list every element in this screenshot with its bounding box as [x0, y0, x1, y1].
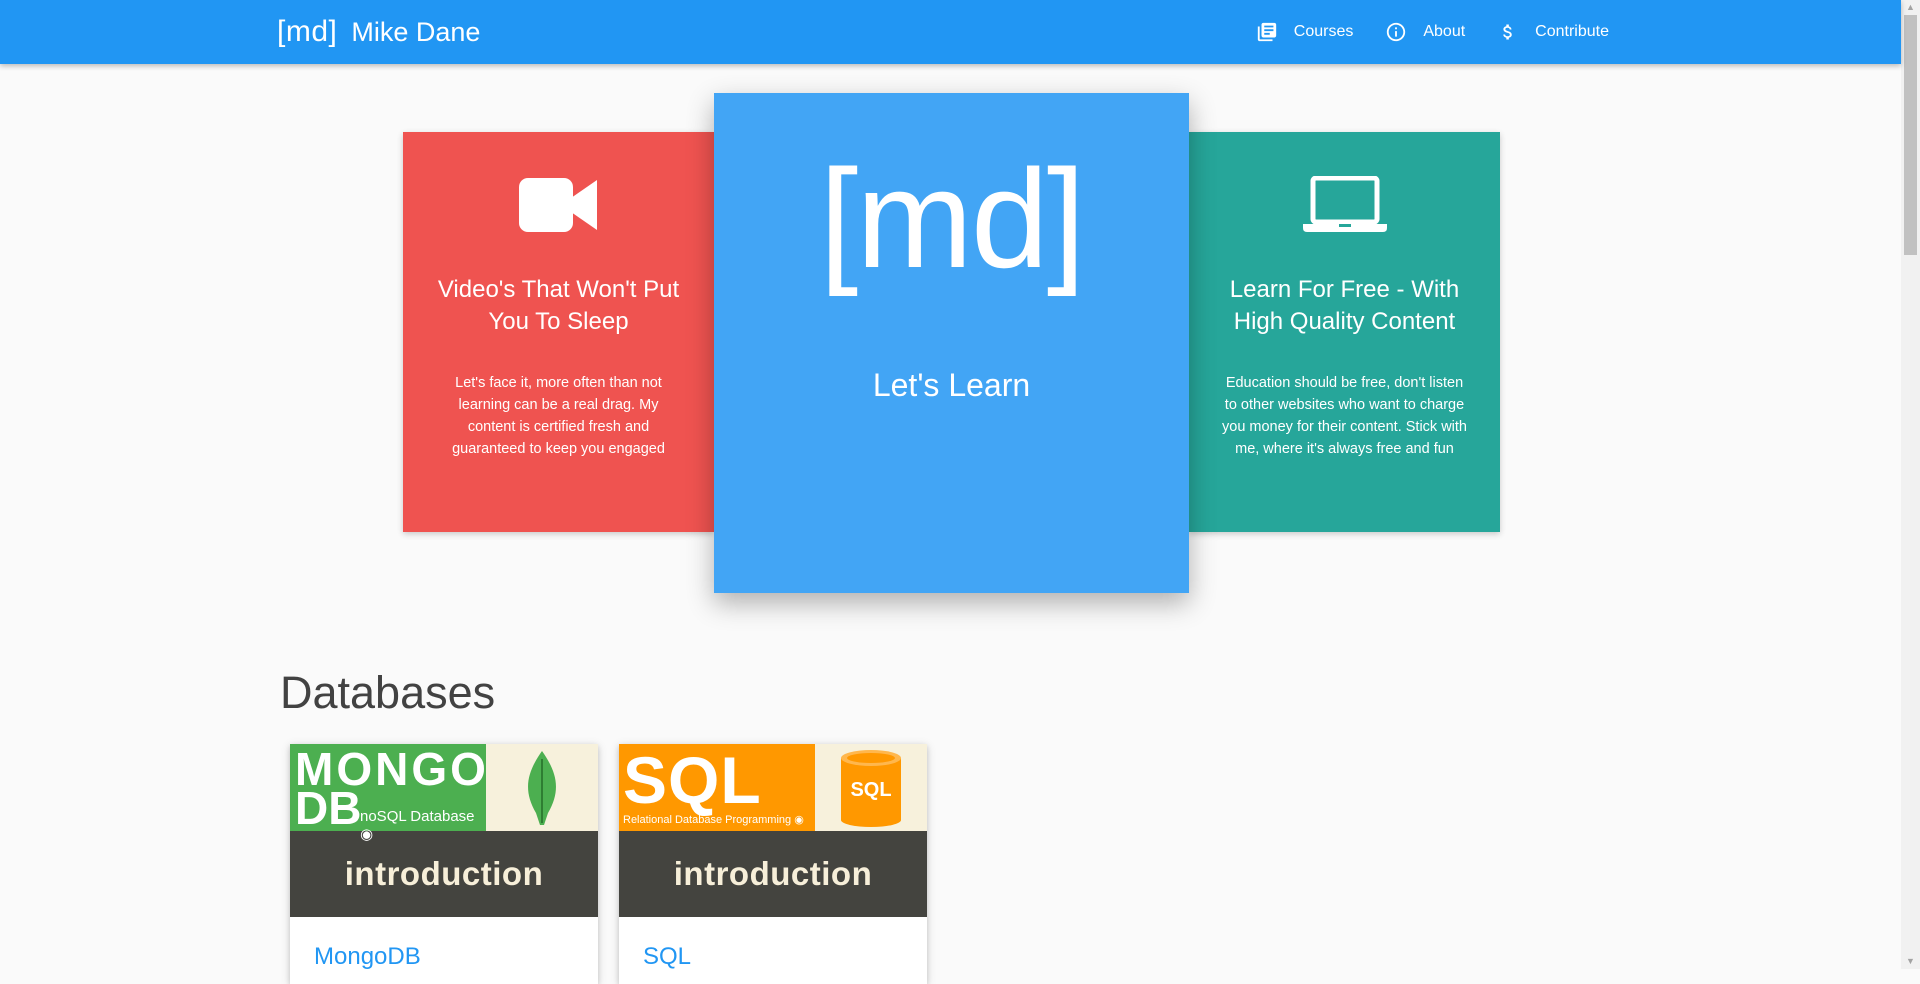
- nav-contribute-label: Contribute: [1535, 23, 1609, 40]
- course-card-sql[interactable]: SQL Relational Database Programming ◉ SQ…: [619, 744, 927, 984]
- nav-links: Courses About Contribute: [1224, 0, 1609, 64]
- thumb-caption: introduction: [290, 831, 598, 917]
- feature-title-free: Learn For Free - With High Quality Conte…: [1229, 276, 1460, 335]
- nav-about-link[interactable]: About: [1383, 19, 1465, 45]
- course-card-mongodb[interactable]: MONGO DB noSQL Database ◉ introduction M…: [290, 744, 598, 984]
- scroll-down-arrow-icon[interactable]: ▼: [1901, 954, 1920, 969]
- nav-courses-link[interactable]: Courses: [1254, 19, 1354, 45]
- course-thumbnail-mongodb[interactable]: MONGO DB noSQL Database ◉ introduction: [290, 744, 598, 917]
- feature-card-free: Learn For Free - With High Quality Conte…: [1189, 132, 1500, 532]
- lightbulb-icon: ◉: [360, 826, 374, 843]
- library-books-icon: [1254, 19, 1280, 45]
- thumb-text: SQL: [623, 743, 762, 817]
- feature-text-free: Education should be free, don't listen t…: [1222, 375, 1467, 457]
- brand-home-link[interactable]: [md] Mike Dane: [277, 0, 480, 64]
- course-link-sql[interactable]: SQL: [619, 917, 927, 971]
- feature-text-videos: Let's face it, more often than not learn…: [452, 375, 665, 457]
- brand-logo: [md]: [277, 15, 338, 48]
- feature-card-videos: Video's That Won't Put You To Sleep Let'…: [403, 132, 714, 532]
- videocam-icon: [427, 168, 690, 242]
- thumb-subtitle: noSQL Database ◉: [360, 808, 475, 843]
- brand-name: Mike Dane: [351, 16, 481, 47]
- course-link-mongodb[interactable]: MongoDB: [290, 917, 598, 971]
- nav-about-label: About: [1423, 23, 1466, 40]
- info-icon: [1383, 19, 1409, 45]
- hero-logo: [md]: [819, 140, 1085, 297]
- hero-title: Let's Learn: [872, 367, 1031, 403]
- thumb-subtitle: Relational Database Programming ◉: [623, 814, 804, 826]
- thumb-badge-text: SQL: [850, 779, 891, 801]
- database-cylinder-icon: SQL: [815, 744, 927, 831]
- nav-contribute-link[interactable]: Contribute: [1495, 19, 1609, 45]
- scroll-up-arrow-icon[interactable]: ▲: [1901, 0, 1920, 15]
- laptop-icon: [1213, 168, 1476, 242]
- course-thumbnail-sql[interactable]: SQL Relational Database Programming ◉ SQ…: [619, 744, 927, 917]
- scrollbar-thumb[interactable]: [1904, 15, 1917, 255]
- lightbulb-icon: ◉: [794, 814, 804, 826]
- nav-courses-label: Courses: [1293, 23, 1354, 40]
- mongodb-leaf-icon: [486, 744, 598, 831]
- thumb-text: DB: [295, 782, 362, 834]
- feature-title-videos: Video's That Won't Put You To Sleep: [437, 276, 680, 335]
- section-title-databases: Databases: [280, 667, 496, 718]
- hero-center-card: [md] Let's Learn: [714, 93, 1189, 593]
- top-navbar: [md] Mike Dane Courses About Contribute: [0, 0, 1901, 64]
- page-scrollbar[interactable]: ▲ ▼: [1901, 0, 1920, 969]
- dollar-icon: [1495, 19, 1521, 45]
- thumb-caption: introduction: [619, 831, 927, 917]
